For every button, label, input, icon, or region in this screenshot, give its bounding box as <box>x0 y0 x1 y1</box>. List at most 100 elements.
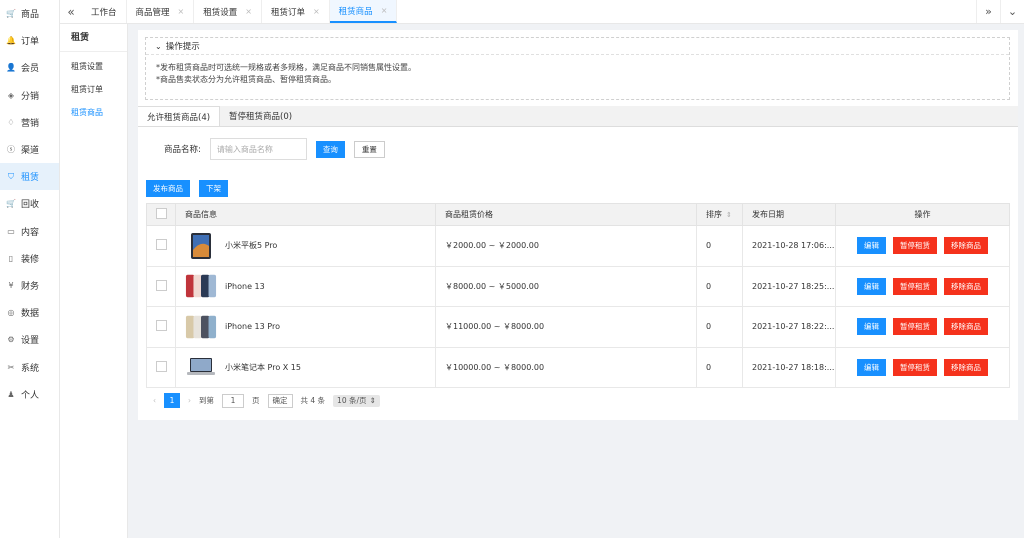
top-tab[interactable]: 租赁设置 × <box>194 0 262 23</box>
sidebar-item[interactable]: ◈ 分销 <box>0 82 59 109</box>
page-1-button[interactable]: 1 <box>164 393 180 408</box>
publish-date-cell: 2021-10-27 18:18:... <box>742 346 836 388</box>
remove-product-button[interactable]: 移除商品 <box>944 277 988 295</box>
close-icon[interactable]: × <box>313 7 320 16</box>
top-tab[interactable]: 租赁订单 × <box>262 0 330 23</box>
tip-line: *发布租赁商品时可选统一规格或者多规格，满足商品不同销售属性设置。 <box>156 63 416 72</box>
sub-sidebar: 租赁 租赁设置 租赁订单 租赁商品 <box>60 24 128 538</box>
sidebar-item-label: 商品 <box>21 10 40 21</box>
edit-button[interactable]: 编辑 <box>857 358 886 376</box>
publish-product-button[interactable]: 发布商品 <box>146 180 190 197</box>
close-icon[interactable]: × <box>381 6 388 15</box>
tab-paused-rent[interactable]: 暂停租赁商品(0) <box>220 106 301 126</box>
top-tab[interactable]: 商品管理 × <box>127 0 195 23</box>
content-tabs: 允许租赁商品(4) 暂停租赁商品(0) <box>138 106 1018 127</box>
close-icon[interactable]: × <box>245 7 252 16</box>
sidebar-item[interactable]: ♟ 个人 <box>0 381 59 408</box>
edit-button[interactable]: 编辑 <box>857 277 886 295</box>
top-tab[interactable]: 租赁商品 × <box>329 0 398 23</box>
sidebar-item-label: 回收 <box>21 200 40 211</box>
search-form: 商品名称: 请输入商品名称 查询 重置 <box>164 138 385 160</box>
remove-product-button[interactable]: 移除商品 <box>944 318 988 336</box>
main-sidebar: 🛒 商品 🔔 订单 👤 会员 ◈ 分销 ♢ 营销 ⓢ 渠道 ⛉ 租赁 🛒 回收 … <box>0 0 60 538</box>
row-select-cell <box>146 265 176 307</box>
sidebar-item[interactable]: ⓢ 渠道 <box>0 136 59 163</box>
coin-icon: ⓢ <box>7 145 15 155</box>
sidebar-item[interactable]: 🛒 回收 <box>0 190 59 217</box>
sidebar-item[interactable]: 🔔 订单 <box>0 27 59 54</box>
tab-allowed-rent[interactable]: 允许租赁商品(4) <box>138 106 221 126</box>
tips-header[interactable]: ⌄ 操作提示 <box>146 38 1009 55</box>
sidebar-item[interactable]: 👤 会员 <box>0 54 59 81</box>
next-page-icon[interactable]: › <box>188 396 191 405</box>
select-all-checkbox[interactable] <box>155 208 167 219</box>
sidebar-item[interactable]: ▯ 装修 <box>0 245 59 272</box>
row-checkbox[interactable] <box>155 360 167 372</box>
sub-sidebar-item[interactable]: 租赁设置 <box>60 55 127 78</box>
row-select-cell <box>146 346 176 388</box>
col-sort[interactable]: 排序 ⇕ <box>696 203 743 226</box>
pause-rent-button[interactable]: 暂停租赁 <box>893 358 937 376</box>
top-tab[interactable]: 工作台 <box>82 0 127 23</box>
sub-sidebar-item[interactable]: 租赁订单 <box>60 78 127 101</box>
tab-bar-controls: » ⌄ <box>976 0 1024 23</box>
reset-button[interactable]: 重置 <box>353 140 385 158</box>
product-info-cell: 小米笔记本 Pro X 15 <box>175 346 436 388</box>
tips-box: ⌄ 操作提示 *发布租赁商品时可选统一规格或者多规格，满足商品不同销售属性设置。… <box>145 37 1010 100</box>
sidebar-item[interactable]: ♢ 营销 <box>0 109 59 136</box>
cart-icon: 🛒 <box>6 199 16 209</box>
chevron-down-icon: ⌄ <box>155 41 162 51</box>
pause-rent-button[interactable]: 暂停租赁 <box>893 237 937 255</box>
row-checkbox[interactable] <box>155 239 167 251</box>
sidebar-item[interactable]: ✂ 系统 <box>0 353 59 380</box>
collapse-sidebar-icon[interactable]: « <box>60 0 82 23</box>
row-checkbox[interactable] <box>155 279 167 291</box>
product-info-cell: iPhone 13 Pro <box>175 306 436 348</box>
pause-rent-button[interactable]: 暂停租赁 <box>893 318 937 336</box>
sidebar-item[interactable]: ◎ 数据 <box>0 299 59 326</box>
sidebar-item[interactable]: ⛉ 租赁 <box>0 163 59 191</box>
sidebar-item[interactable]: ⚙ 设置 <box>0 326 59 353</box>
page-size-select[interactable]: 10 条/页 ⇕ <box>333 394 380 407</box>
tab-label: 租赁设置 <box>203 7 238 18</box>
tip-line: *商品售卖状态分为允许租赁商品、暂停租赁商品。 <box>156 75 336 84</box>
sidebar-item[interactable]: ▭ 内容 <box>0 218 59 245</box>
goto-page-input[interactable]: 1 <box>222 393 244 408</box>
sort-cell: 0 <box>696 225 743 267</box>
sidebar-item-label: 设置 <box>21 336 40 347</box>
remove-product-button[interactable]: 移除商品 <box>944 237 988 255</box>
close-icon[interactable]: × <box>178 7 185 16</box>
sidebar-item-label: 订单 <box>21 37 40 48</box>
col-publish-date: 发布日期 <box>742 203 836 226</box>
scroll-tabs-right-icon[interactable]: » <box>976 0 1000 23</box>
pagination: ‹ 1 › 到第 1 页 确定 共 4 条 10 条/页 ⇕ <box>153 393 380 408</box>
sidebar-item[interactable]: ¥ 财务 <box>0 272 59 299</box>
sub-sidebar-item[interactable]: 租赁商品 <box>60 101 127 124</box>
goto-confirm-button[interactable]: 确定 <box>267 393 293 408</box>
sort-icon[interactable]: ⇕ <box>726 211 732 219</box>
bulk-actions: 发布商品 下架 <box>146 180 228 197</box>
edit-button[interactable]: 编辑 <box>857 237 886 255</box>
tab-label: 商品管理 <box>135 7 170 18</box>
publish-date-cell: 2021-10-28 17:06:... <box>742 225 836 267</box>
table-row: 小米平板5 Pro ￥2000.00 ~ ￥2000.00 0 2021-10-… <box>146 225 1010 267</box>
gear-icon: ⚙ <box>7 335 15 345</box>
remove-product-button[interactable]: 移除商品 <box>944 358 988 376</box>
offline-button[interactable]: 下架 <box>199 180 228 197</box>
product-thumbnail <box>185 232 217 260</box>
sidebar-item[interactable]: 🛒 商品 <box>0 0 59 27</box>
edit-button[interactable]: 编辑 <box>857 318 886 336</box>
sidebar-item-label: 租赁 <box>21 173 40 184</box>
sidebar-item-label: 营销 <box>21 118 40 129</box>
product-name-input[interactable]: 请输入商品名称 <box>209 138 307 160</box>
tab-menu-chevron-down-icon[interactable]: ⌄ <box>1000 0 1024 23</box>
pause-rent-button[interactable]: 暂停租赁 <box>893 277 937 295</box>
sort-cell: 0 <box>696 346 743 388</box>
sort-cell: 0 <box>696 265 743 307</box>
row-checkbox[interactable] <box>155 320 167 332</box>
tab-label: 租赁商品 <box>338 6 373 17</box>
query-button[interactable]: 查询 <box>315 140 345 158</box>
operations-cell: 编辑 暂停租赁 移除商品 <box>835 225 1010 267</box>
publish-date-cell: 2021-10-27 18:22:... <box>742 306 836 348</box>
prev-page-icon[interactable]: ‹ <box>153 396 156 405</box>
